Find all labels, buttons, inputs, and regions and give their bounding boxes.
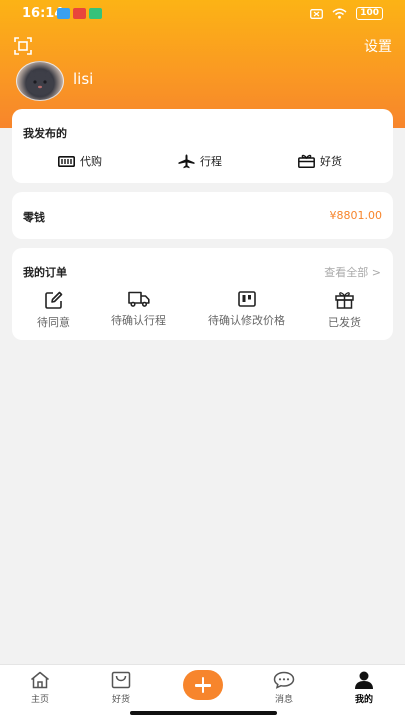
order-status-label: 待同意	[37, 316, 70, 329]
my-publish-card: 我发布的 代购 行程 好货	[12, 109, 393, 183]
notification-app-icon	[89, 8, 102, 19]
airplane-icon	[178, 154, 195, 168]
publish-item-trip[interactable]: 行程	[178, 153, 222, 169]
tab-home[interactable]: 主页	[15, 671, 65, 705]
my-publish-title: 我发布的	[23, 127, 67, 140]
status-bar: 16:14 100	[0, 0, 405, 30]
tab-messages[interactable]: 消息	[259, 671, 309, 705]
tab-label: 好货	[111, 695, 130, 705]
edit-icon	[44, 291, 62, 309]
publish-item-goods[interactable]: 好货	[298, 153, 342, 169]
home-indicator	[130, 711, 277, 715]
wallet-amount: ¥8801.00	[329, 209, 383, 222]
order-status-label: 待确认行程	[111, 314, 166, 327]
avatar[interactable]	[16, 61, 64, 101]
bag-icon	[111, 671, 131, 689]
notification-app-icon	[73, 8, 86, 19]
publish-item-daigou[interactable]: 代购	[58, 153, 102, 169]
tab-label: 主页	[30, 695, 49, 705]
wifi-icon	[332, 8, 347, 19]
chat-icon	[273, 671, 295, 689]
publish-item-label: 代购	[80, 155, 102, 168]
order-status-pending-agree[interactable]: 待同意	[37, 291, 70, 330]
tab-mine[interactable]: 我的	[339, 671, 389, 705]
view-all-orders-link[interactable]: 查看全部 >	[324, 264, 381, 280]
barcode-icon	[58, 155, 75, 167]
tab-goods[interactable]: 好货	[96, 671, 146, 705]
my-orders-title: 我的订单	[23, 266, 67, 279]
publish-plus-button[interactable]	[183, 670, 223, 700]
gift-icon	[335, 292, 354, 309]
username[interactable]: lisi	[73, 70, 93, 88]
user-icon	[355, 671, 373, 689]
scan-icon[interactable]	[14, 37, 32, 55]
tab-label: 消息	[274, 695, 293, 705]
notification-app-icon	[57, 8, 70, 19]
wallet-card[interactable]: 零钱 ¥8801.00	[12, 192, 393, 239]
order-status-label: 已发货	[328, 316, 361, 329]
home-icon	[31, 671, 49, 689]
truck-icon	[127, 291, 150, 307]
order-status-label: 待确认修改价格	[208, 314, 285, 327]
wallet-label: 零钱	[23, 211, 45, 224]
no-sim-icon	[310, 8, 324, 19]
status-indicators: 100	[310, 7, 383, 20]
publish-item-label: 好货	[320, 155, 342, 168]
publish-item-label: 行程	[200, 155, 222, 168]
settings-button[interactable]: 设置	[364, 36, 392, 56]
my-orders-card: 我的订单 查看全部 > 待同意 待确认行程 待确认修改价格 已发货	[12, 248, 393, 340]
order-status-shipped[interactable]: 已发货	[328, 291, 361, 330]
gift-box-icon	[298, 154, 315, 168]
battery-indicator: 100	[356, 7, 383, 20]
tab-label: 我的	[354, 695, 373, 705]
board-icon	[237, 291, 256, 307]
order-status-pending-trip[interactable]: 待确认行程	[111, 291, 166, 328]
order-status-pending-price[interactable]: 待确认修改价格	[208, 291, 285, 328]
cat-avatar-image	[26, 70, 54, 95]
status-app-icons	[57, 8, 102, 19]
